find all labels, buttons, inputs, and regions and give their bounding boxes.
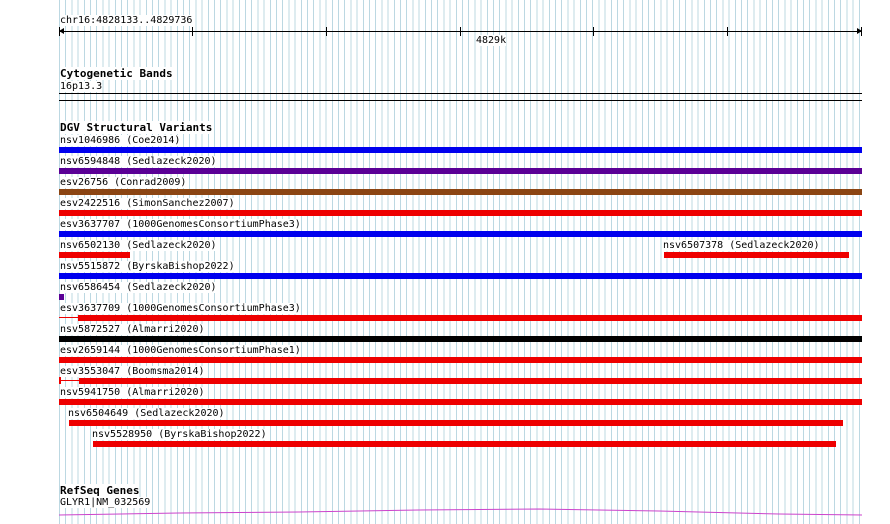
variant-label[interactable]: nsv5528950 (ByrskaBishop2022) [92, 429, 267, 440]
variant-bar[interactable] [78, 315, 862, 321]
gene-intron-line [59, 508, 862, 516]
ruler-center-label: 4829k [476, 35, 507, 46]
variant-bar[interactable] [59, 273, 862, 279]
variant-label[interactable]: esv2659144 (1000GenomesConsortiumPhase1) [60, 345, 301, 356]
variant-connector [59, 380, 79, 381]
variant-bar[interactable] [59, 252, 130, 258]
gene-label[interactable]: GLYR1|NM_032569 [60, 497, 151, 508]
variant-bar[interactable] [59, 189, 862, 195]
ruler-tick [326, 27, 327, 36]
variant-label[interactable]: nsv6586454 (Sedlazeck2020) [60, 282, 217, 293]
track-divider [59, 100, 862, 101]
variant-bar[interactable] [59, 399, 862, 405]
variant-bar[interactable] [664, 252, 849, 258]
variant-label[interactable]: nsv5872527 (Almarri2020) [60, 324, 205, 335]
ruler-tick [727, 27, 728, 36]
variant-label[interactable]: nsv6502130 (Sedlazeck2020) [60, 240, 217, 251]
variant-bar[interactable] [93, 441, 836, 447]
variant-label[interactable]: esv3637709 (1000GenomesConsortiumPhase3) [60, 303, 301, 314]
cytoband-line[interactable] [59, 93, 862, 94]
variant-bar[interactable] [59, 168, 862, 174]
cytoband-label: 16p13.3 [60, 81, 103, 92]
ruler-tick [861, 27, 862, 36]
variant-label[interactable]: nsv6594848 (Sedlazeck2020) [60, 156, 217, 167]
variant-bar[interactable] [59, 294, 64, 300]
variant-bar[interactable] [59, 147, 862, 153]
variant-label[interactable]: esv3637707 (1000GenomesConsortiumPhase3) [60, 219, 301, 230]
dgv-track-title[interactable]: DGV Structural Variants [60, 121, 213, 134]
ruler-tick [192, 27, 193, 36]
variant-label[interactable]: esv3553047 (Boomsma2014) [60, 366, 205, 377]
variant-connector [59, 317, 78, 318]
variant-start-mark [59, 377, 61, 384]
variant-bar[interactable] [59, 231, 862, 237]
variant-label[interactable]: esv26756 (Conrad2009) [60, 177, 187, 188]
variant-label[interactable]: nsv1046986 (Coe2014) [60, 135, 181, 146]
cytoband-track-title[interactable]: Cytogenetic Bands [60, 67, 173, 80]
variant-label[interactable]: nsv5515872 (ByrskaBishop2022) [60, 261, 235, 272]
variant-bar[interactable] [79, 378, 862, 384]
ruler-tick [59, 27, 60, 36]
ruler-coords: chr16:4828133..4829736 [60, 15, 193, 26]
variant-bar[interactable] [59, 357, 862, 363]
variant-label[interactable]: nsv6507378 (Sedlazeck2020) [663, 240, 820, 251]
variant-label[interactable]: nsv5941750 (Almarri2020) [60, 387, 205, 398]
variant-bar[interactable] [69, 420, 843, 426]
ruler-tick [460, 27, 461, 36]
ruler-tick [593, 27, 594, 36]
refseq-track-title[interactable]: RefSeq Genes [60, 484, 140, 497]
variant-bar[interactable] [59, 336, 862, 342]
variant-label[interactable]: nsv6504649 (Sedlazeck2020) [68, 408, 225, 419]
variant-bar[interactable] [59, 210, 862, 216]
variant-label[interactable]: esv2422516 (SimonSanchez2007) [60, 198, 235, 209]
gene-feature[interactable] [59, 508, 862, 524]
